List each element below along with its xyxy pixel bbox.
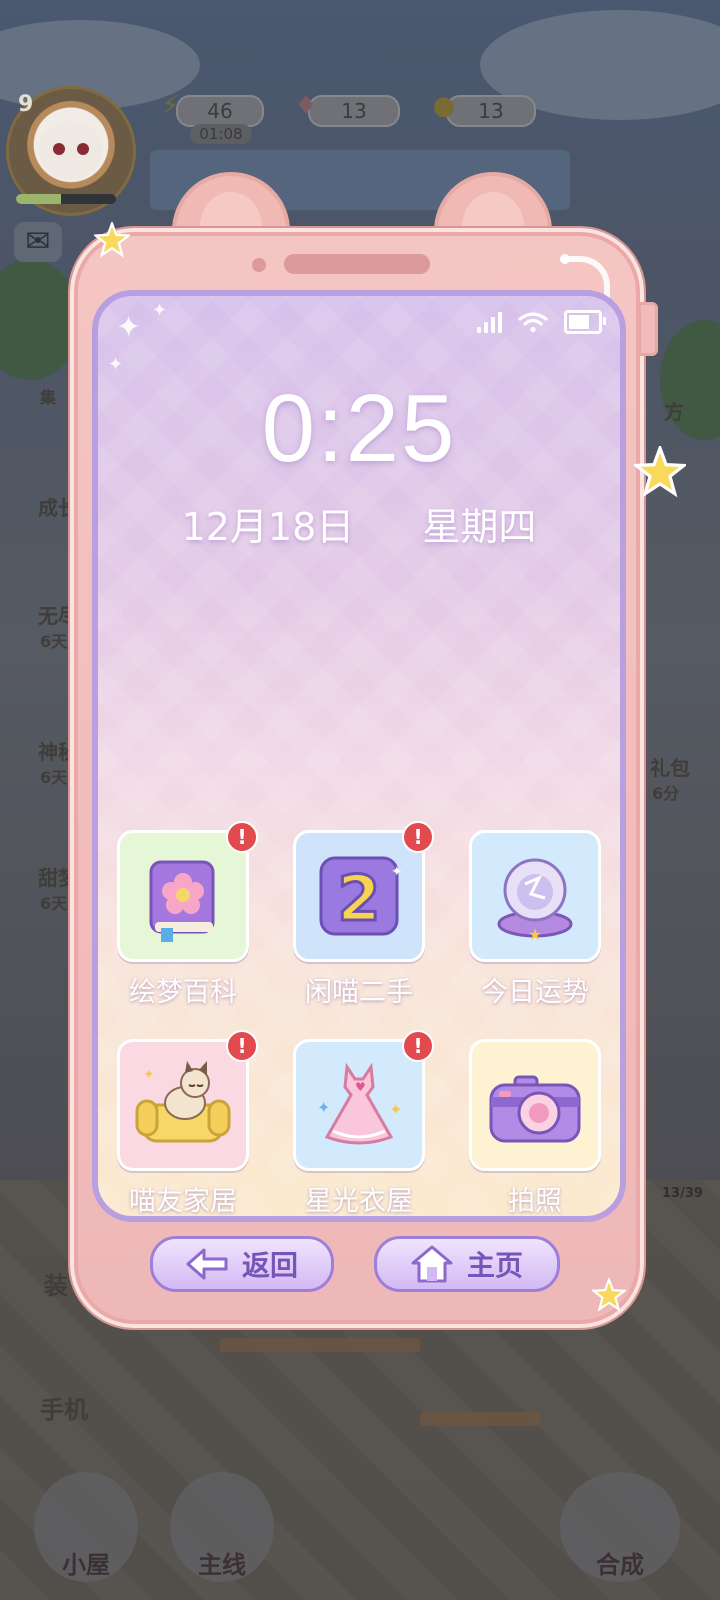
battery-icon xyxy=(564,310,606,334)
book-flower-icon xyxy=(149,860,215,942)
cat-face xyxy=(39,121,103,179)
fence xyxy=(220,1338,420,1352)
notification-badge: ! xyxy=(226,821,258,853)
phone-camera xyxy=(252,258,266,272)
app-label: 闲喵二手 xyxy=(305,977,413,1008)
sparkle-icon: ✦ xyxy=(116,310,142,345)
tree xyxy=(0,260,80,380)
cat-eye xyxy=(53,143,65,155)
signal-bar xyxy=(477,327,481,333)
phone-speaker xyxy=(284,254,430,274)
app-cat-furniture[interactable]: ✦ ! 喵友家居 xyxy=(117,1030,258,1217)
notification-badge: ! xyxy=(402,821,434,853)
svg-text:✦: ✦ xyxy=(143,1067,155,1083)
notification-badge: ! xyxy=(402,1030,434,1062)
lock-clock: 0:25 xyxy=(261,375,457,482)
notification-badge: ! xyxy=(226,1030,258,1062)
svg-text:★: ★ xyxy=(528,925,542,944)
home-icon xyxy=(411,1245,453,1283)
star-icon xyxy=(94,222,130,258)
back-arrow-icon xyxy=(186,1247,228,1281)
battery-level xyxy=(569,315,590,329)
app-daily-fortune[interactable]: ★ 今日运势 xyxy=(469,830,601,1009)
bottom-nav-label: 主线 xyxy=(198,1551,246,1579)
app-camera[interactable]: 拍照 xyxy=(469,1039,601,1217)
decor-button-label[interactable]: 装 xyxy=(44,1266,68,1301)
bottom-nav-label: 小屋 xyxy=(62,1551,110,1579)
cat-eye xyxy=(77,143,89,155)
signal-bar xyxy=(491,317,495,333)
side-event-label[interactable]: 礼包 xyxy=(650,752,690,781)
gem-icon: ♦ xyxy=(294,91,318,121)
lock-date: 12月18日 星期四 xyxy=(98,496,620,551)
svg-text:✦: ✦ xyxy=(389,1100,402,1119)
wifi-icon xyxy=(518,312,548,333)
star-icon xyxy=(634,446,686,498)
xp-bar-fill xyxy=(16,194,61,204)
svg-text:✦: ✦ xyxy=(391,864,403,880)
bottom-nav-label: 合成 xyxy=(596,1551,644,1579)
phone-frame: ✦ ✦ ✦ 0:25 12月18日 星期四 ! 绘梦百科 2 ✦ ! 闲喵二手 … xyxy=(70,228,658,1328)
app-label: 拍照 xyxy=(508,1186,562,1217)
side-event-timer: 6天 xyxy=(40,894,68,913)
app-starlight-wardrobe[interactable]: ♥ ✦ ✦ ! 星光衣屋 xyxy=(293,1030,434,1217)
side-event-label[interactable]: 方 xyxy=(664,396,684,425)
signal-icon xyxy=(477,311,502,333)
app-label: 星光衣屋 xyxy=(305,1186,413,1217)
sparkle-icon: ✦ xyxy=(108,354,124,375)
player-level: 9 xyxy=(18,92,34,117)
weekday-text: 星期四 xyxy=(422,505,537,549)
mail-icon[interactable]: ✉ xyxy=(14,222,62,262)
svg-text:♥: ♥ xyxy=(355,1080,366,1094)
app-dream-encyclopedia[interactable]: ! 绘梦百科 xyxy=(117,821,258,1009)
back-button-label: 返回 xyxy=(241,1249,298,1282)
fence xyxy=(420,1412,540,1426)
app-tile[interactable]: ★ xyxy=(469,830,601,962)
number-2-icon: 2 ✦ xyxy=(319,856,403,937)
home-button[interactable]: 主页 xyxy=(374,1236,560,1292)
app-label: 绘梦百科 xyxy=(129,977,237,1008)
signal-bar xyxy=(498,312,502,333)
coin-icon: ● xyxy=(432,91,456,121)
app-tile[interactable]: 2 ✦ ! xyxy=(293,821,434,962)
side-event-timer: 6天 xyxy=(40,768,68,787)
app-label: 喵友家居 xyxy=(129,1186,237,1217)
back-button[interactable]: 返回 xyxy=(150,1236,334,1292)
home-button-label: 主页 xyxy=(466,1249,523,1282)
phone-button-label[interactable]: 手机 xyxy=(40,1390,88,1425)
sparkle-icon: ✦ xyxy=(152,300,168,321)
energy-timer: 01:08 xyxy=(190,124,252,144)
phone-screen: ✦ ✦ ✦ 0:25 12月18日 星期四 ! 绘梦百科 2 ✦ ! 闲喵二手 … xyxy=(92,290,626,1222)
svg-text:✦: ✦ xyxy=(317,1098,330,1117)
status-bar xyxy=(477,310,606,334)
star-icon xyxy=(592,1278,626,1312)
lightning-icon: ⚡ xyxy=(160,91,180,121)
app-tile[interactable] xyxy=(469,1039,601,1171)
app-label: 今日运势 xyxy=(481,977,589,1008)
phone-side-button xyxy=(638,302,658,356)
app-tile[interactable]: ✦ ! xyxy=(117,1030,258,1171)
app-secondhand-market[interactable]: 2 ✦ ! 闲喵二手 xyxy=(293,821,434,1009)
date-text: 12月18日 xyxy=(181,505,355,549)
app-tile[interactable]: ♥ ✦ ✦ ! xyxy=(293,1030,434,1171)
signal-bar xyxy=(484,322,488,333)
side-event-timer: 6天 xyxy=(40,632,68,651)
app-tile[interactable]: ! xyxy=(117,821,258,962)
app-grid: ! 绘梦百科 2 ✦ ! 闲喵二手 ★ 今日运势 ✦ ! 喵友家居 ♥ ✦ ✦ … xyxy=(117,821,608,1217)
side-event-timer: 6分 xyxy=(652,784,680,803)
dress-icon: ♥ ✦ ✦ xyxy=(317,1062,402,1145)
crystal-ball-icon: ★ xyxy=(497,858,573,944)
progress-counter: 13/39 xyxy=(662,1186,703,1201)
camera-icon xyxy=(489,1075,581,1143)
svg-text:2: 2 xyxy=(337,862,380,935)
cat-sofa-icon: ✦ xyxy=(135,1061,231,1143)
side-event-label[interactable]: 集 xyxy=(40,384,56,408)
xp-bar xyxy=(16,194,116,204)
